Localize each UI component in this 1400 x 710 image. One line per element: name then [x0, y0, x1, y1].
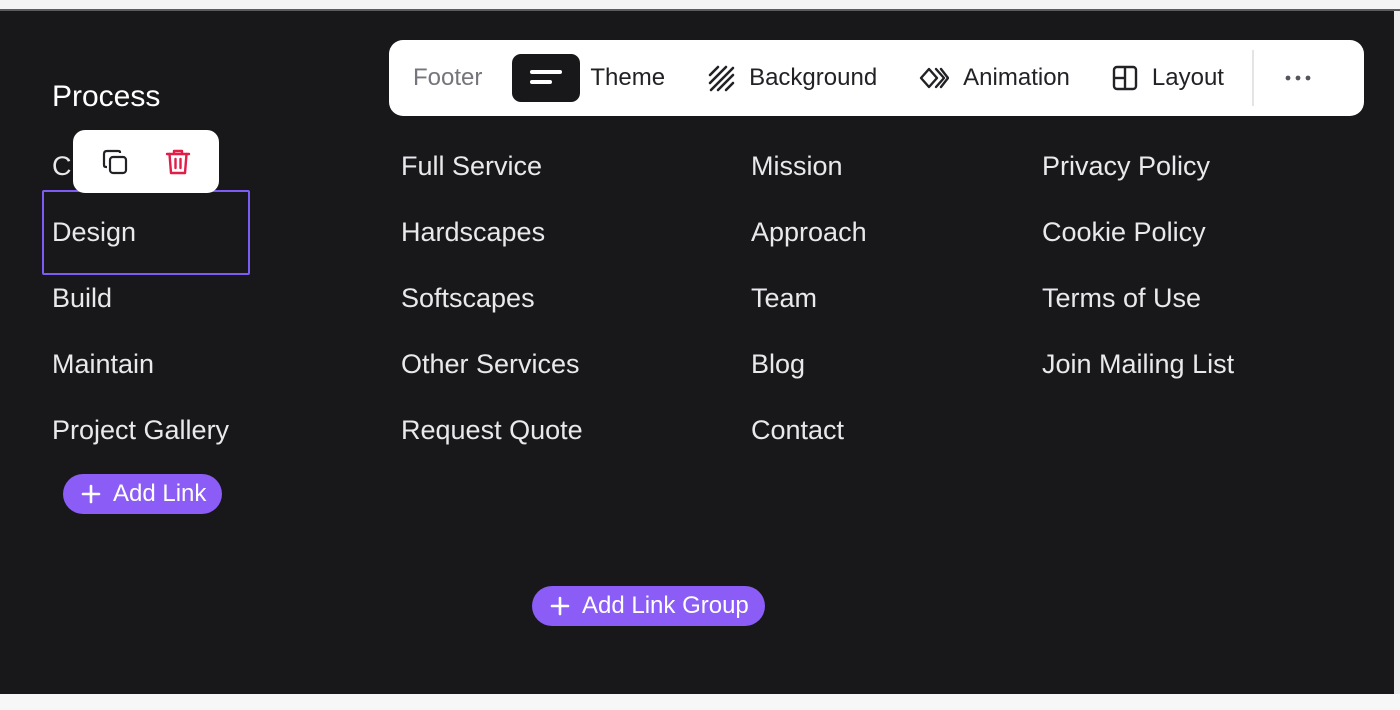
footer-link-project-gallery[interactable]: Project Gallery: [52, 415, 229, 446]
trash-icon: [165, 149, 191, 174]
footer-link-build[interactable]: Build: [52, 283, 112, 314]
toolbar-background-label: Background: [749, 64, 878, 91]
add-link-label: Add Link: [113, 480, 207, 507]
toolbar-section-label: Footer: [413, 64, 483, 91]
footer-link-cookie-policy[interactable]: Cookie Policy: [1042, 217, 1206, 248]
page-top-strip: [0, 0, 1400, 11]
footer-link-softscapes[interactable]: Softscapes: [401, 283, 535, 314]
footer-link-approach[interactable]: Approach: [751, 217, 867, 248]
footer-link-full-service[interactable]: Full Service: [401, 151, 542, 182]
toolbar-theme-label: Theme: [590, 64, 666, 91]
selected-link-outline: [42, 190, 250, 275]
section-toolbar: Footer Theme Background Animation Layout: [389, 40, 1364, 116]
toolbar-background-button[interactable]: Background: [707, 64, 877, 92]
link-group-title[interactable]: Process: [52, 80, 160, 114]
footer-link-terms-of-use[interactable]: Terms of Use: [1042, 283, 1201, 314]
animation-icon: [919, 67, 950, 89]
background-stripes-icon: [708, 65, 735, 92]
theme-icon: [530, 70, 563, 84]
toolbar-layout-button[interactable]: Layout: [1112, 64, 1224, 92]
footer-link-other-services[interactable]: Other Services: [401, 349, 580, 380]
add-link-group-label: Add Link Group: [582, 592, 749, 619]
footer-link-consult[interactable]: C: [52, 151, 72, 182]
more-horizontal-icon: [1285, 75, 1311, 81]
add-link-group-button[interactable]: Add Link Group: [532, 586, 765, 626]
footer-link-maintain[interactable]: Maintain: [52, 349, 154, 380]
footer-link-join-mailing-list[interactable]: Join Mailing List: [1042, 349, 1234, 380]
footer-link-mission[interactable]: Mission: [751, 151, 843, 182]
footer-link-request-quote[interactable]: Request Quote: [401, 415, 583, 446]
link-item-actions: [73, 130, 219, 193]
delete-button[interactable]: [165, 148, 191, 176]
toolbar-animation-button[interactable]: Animation: [919, 64, 1070, 92]
footer-link-team[interactable]: Team: [751, 283, 817, 314]
toolbar-animation-label: Animation: [963, 64, 1070, 91]
footer-link-privacy-policy[interactable]: Privacy Policy: [1042, 151, 1210, 182]
add-link-button[interactable]: Add Link: [63, 474, 223, 514]
toolbar-layout-label: Layout: [1151, 64, 1224, 91]
page-bottom-strip: [0, 694, 1400, 710]
toolbar-theme-button[interactable]: Theme: [590, 64, 665, 92]
footer-link-blog[interactable]: Blog: [751, 349, 805, 380]
theme-preview-chip[interactable]: [512, 54, 581, 102]
duplicate-button[interactable]: [101, 148, 129, 176]
duplicate-icon: [102, 149, 128, 174]
toolbar-divider: [1251, 50, 1254, 106]
footer-link-hardscapes[interactable]: Hardscapes: [401, 217, 545, 248]
toolbar-more-button[interactable]: [1284, 74, 1312, 82]
plus-icon: [550, 596, 570, 616]
layout-icon: [1112, 65, 1138, 91]
scrollbar[interactable]: [1394, 11, 1400, 694]
plus-icon: [81, 484, 101, 504]
footer-link-contact[interactable]: Contact: [751, 415, 844, 446]
